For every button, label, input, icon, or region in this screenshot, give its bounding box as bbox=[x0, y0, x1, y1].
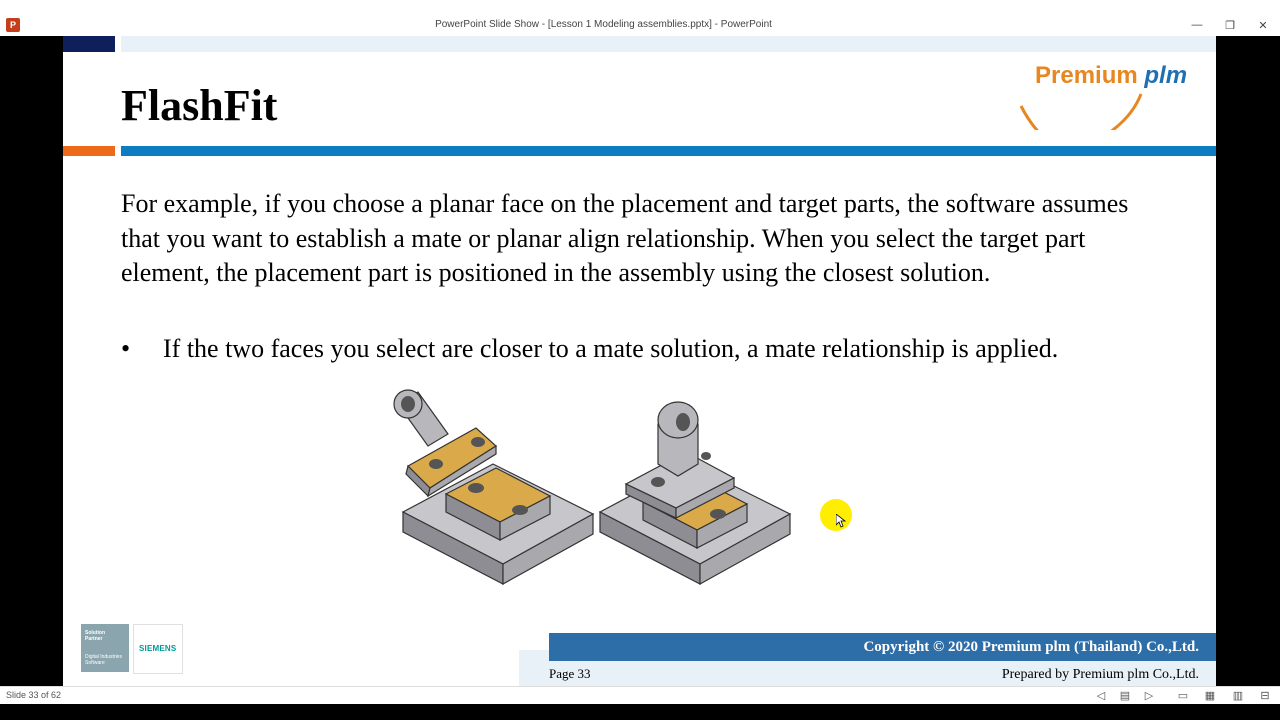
siemens-logo: SIEMENS bbox=[133, 624, 183, 674]
status-bar: Slide 33 of 62 ◁ ▤ ▷ ▭ ▦ ▥ ⊟ bbox=[0, 686, 1280, 705]
slide-menu-icon[interactable]: ▤ bbox=[1118, 689, 1132, 702]
solution-partner-badge: Solution Partner Digital Industries Soft… bbox=[81, 624, 129, 672]
top-light-bar bbox=[121, 36, 1216, 52]
accent-orange-bar bbox=[63, 146, 115, 156]
logo-text-plm: plm bbox=[1144, 62, 1188, 89]
bullet-text: If the two faces you select are closer t… bbox=[163, 334, 1059, 363]
normal-view-icon[interactable]: ▭ bbox=[1176, 689, 1190, 702]
mouse-cursor-icon bbox=[836, 514, 846, 528]
logo-text-premium: Premium bbox=[1035, 62, 1138, 89]
close-button[interactable]: ✕ bbox=[1253, 19, 1273, 32]
copyright-text: Copyright © 2020 Premium plm (Thailand) … bbox=[863, 639, 1199, 655]
bottom-letterbox bbox=[0, 704, 1280, 720]
window-title: PowerPoint Slide Show - [Lesson 1 Modeli… bbox=[435, 19, 772, 30]
previous-slide-icon[interactable]: ◁ bbox=[1094, 689, 1108, 702]
page-number: Page 33 bbox=[549, 666, 591, 681]
accent-blue-bar bbox=[121, 146, 1216, 156]
top-navy-bar bbox=[63, 36, 115, 52]
slide-counter: Slide 33 of 62 bbox=[6, 690, 62, 700]
next-slide-icon[interactable]: ▷ bbox=[1142, 689, 1156, 702]
bullet-symbol: • bbox=[121, 334, 131, 363]
reading-view-icon[interactable]: ▥ bbox=[1231, 689, 1245, 702]
minimize-button[interactable]: — bbox=[1187, 19, 1207, 31]
flashfit-illustration bbox=[393, 389, 792, 586]
slide-title: FlashFit bbox=[121, 81, 278, 130]
siemens-text: SIEMENS bbox=[139, 644, 177, 653]
footer-copyright-bar: Copyright © 2020 Premium plm (Thailand) … bbox=[549, 633, 1216, 661]
badge-line-2: Partner bbox=[85, 636, 103, 642]
body-paragraph: For example, if you choose a planar face… bbox=[121, 189, 1129, 287]
title-bar: P PowerPoint Slide Show - [Lesson 1 Mode… bbox=[0, 0, 1280, 36]
prepared-by-text: Prepared by Premium plm Co.,Ltd. bbox=[1001, 667, 1199, 682]
slide-sorter-icon[interactable]: ▦ bbox=[1203, 689, 1217, 702]
slide-show-icon[interactable]: ⊟ bbox=[1258, 689, 1272, 702]
badge-line-4: Software bbox=[85, 660, 105, 666]
restore-button[interactable]: ❐ bbox=[1220, 19, 1240, 32]
slide[interactable]: FlashFit Premium plm For example, if you… bbox=[63, 36, 1216, 686]
premium-plm-logo: Premium plm bbox=[1013, 58, 1198, 130]
